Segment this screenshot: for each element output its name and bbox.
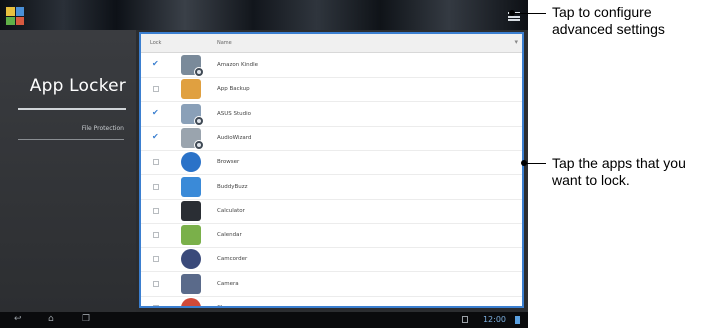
list-item[interactable]: App Backup — [141, 77, 522, 103]
sidebar-title-underline — [18, 108, 126, 110]
battery-icon — [515, 316, 520, 324]
asus-studio-icon — [181, 103, 204, 126]
list-item[interactable]: BuddyBuzz — [141, 175, 522, 200]
camera-icon — [181, 273, 201, 294]
lock-checkbox[interactable] — [152, 132, 159, 141]
status-clock: 12:00 — [482, 315, 506, 324]
sidebar-title[interactable]: App Locker — [0, 76, 126, 96]
app-list[interactable]: Lock Name ▾ Amazon Kindle App Backup ASUS … — [139, 32, 524, 308]
name-column-header[interactable]: Name — [217, 40, 232, 46]
top-action-bar — [0, 0, 528, 30]
lock-status-icon — [462, 316, 468, 323]
calculator-icon — [181, 200, 201, 221]
tablet-screen: App Locker File Protection Lock Name ▾ A… — [0, 0, 528, 328]
settings-callout-line — [512, 13, 546, 14]
app-name: AudioWizard — [217, 134, 252, 141]
lock-checkbox[interactable] — [153, 305, 159, 306]
app-locker-launcher-icon[interactable] — [6, 7, 24, 25]
app-name: Camcorder — [217, 256, 248, 263]
list-item[interactable]: ASUS Studio — [141, 102, 522, 127]
app-name: ASUS Studio — [217, 110, 252, 117]
app-backup-icon — [181, 79, 201, 100]
list-item[interactable]: Calendar — [141, 223, 522, 249]
list-item[interactable]: Chrome — [141, 296, 522, 308]
lock-apps-callout-text: Tap the apps that you want to lock. — [552, 155, 686, 188]
app-name: Browser — [217, 159, 240, 166]
sidebar: App Locker File Protection — [0, 30, 136, 312]
lock-checkbox[interactable] — [153, 256, 159, 263]
chrome-icon — [181, 298, 201, 306]
lock-checkbox[interactable] — [153, 183, 159, 190]
settings-callout-dot — [509, 10, 515, 16]
lock-checkbox[interactable] — [153, 280, 159, 287]
list-item[interactable]: Amazon Kindle — [141, 53, 522, 78]
audiowizard-icon — [181, 127, 204, 150]
app-name: BuddyBuzz — [217, 183, 248, 190]
buddybuzz-icon — [181, 176, 201, 197]
lock-checkbox[interactable] — [153, 207, 159, 214]
gear-badge-icon — [194, 139, 204, 150]
app-name: Chrome — [217, 305, 239, 308]
home-icon[interactable]: ⌂ — [48, 314, 54, 324]
system-navigation-bar: ↩ ⌂ ❐ 12:00 — [0, 312, 528, 328]
app-name: Calculator — [217, 207, 245, 214]
lock-checkbox[interactable] — [153, 86, 159, 93]
list-header: Lock Name ▾ — [141, 34, 522, 53]
list-item[interactable]: Camera — [141, 272, 522, 297]
list-item[interactable]: Camcorder — [141, 247, 522, 273]
camcorder-icon — [181, 249, 201, 270]
settings-callout-text: Tap to configure advanced settings — [552, 4, 665, 37]
recent-apps-icon[interactable]: ❐ — [82, 314, 90, 324]
lock-checkbox[interactable] — [152, 108, 159, 117]
lock-checkbox[interactable] — [153, 232, 159, 239]
calendar-icon — [181, 225, 201, 246]
app-name: Camera — [217, 280, 239, 287]
lock-checkbox[interactable] — [153, 159, 159, 166]
gear-badge-icon — [194, 115, 204, 126]
sidebar-item-file-protection[interactable]: File Protection — [0, 125, 124, 132]
kindle-icon — [181, 55, 204, 77]
browser-globe-icon — [181, 152, 201, 173]
back-icon[interactable]: ↩ — [14, 314, 22, 324]
sort-caret-icon[interactable]: ▾ — [514, 38, 518, 46]
app-name: Amazon Kindle — [217, 62, 259, 68]
app-name: App Backup — [217, 86, 250, 93]
lock-column-header[interactable]: Lock — [150, 40, 161, 46]
sidebar-item-underline — [18, 139, 124, 140]
gear-badge-icon — [194, 67, 204, 77]
lock-checkbox[interactable] — [152, 59, 159, 68]
list-item[interactable]: Browser — [141, 150, 522, 176]
app-name: Calendar — [217, 232, 242, 239]
list-item[interactable]: Calculator — [141, 199, 522, 224]
list-item[interactable]: AudioWizard — [141, 126, 522, 151]
lock-apps-callout-dot — [521, 160, 527, 166]
lock-apps-callout-line — [524, 163, 546, 164]
